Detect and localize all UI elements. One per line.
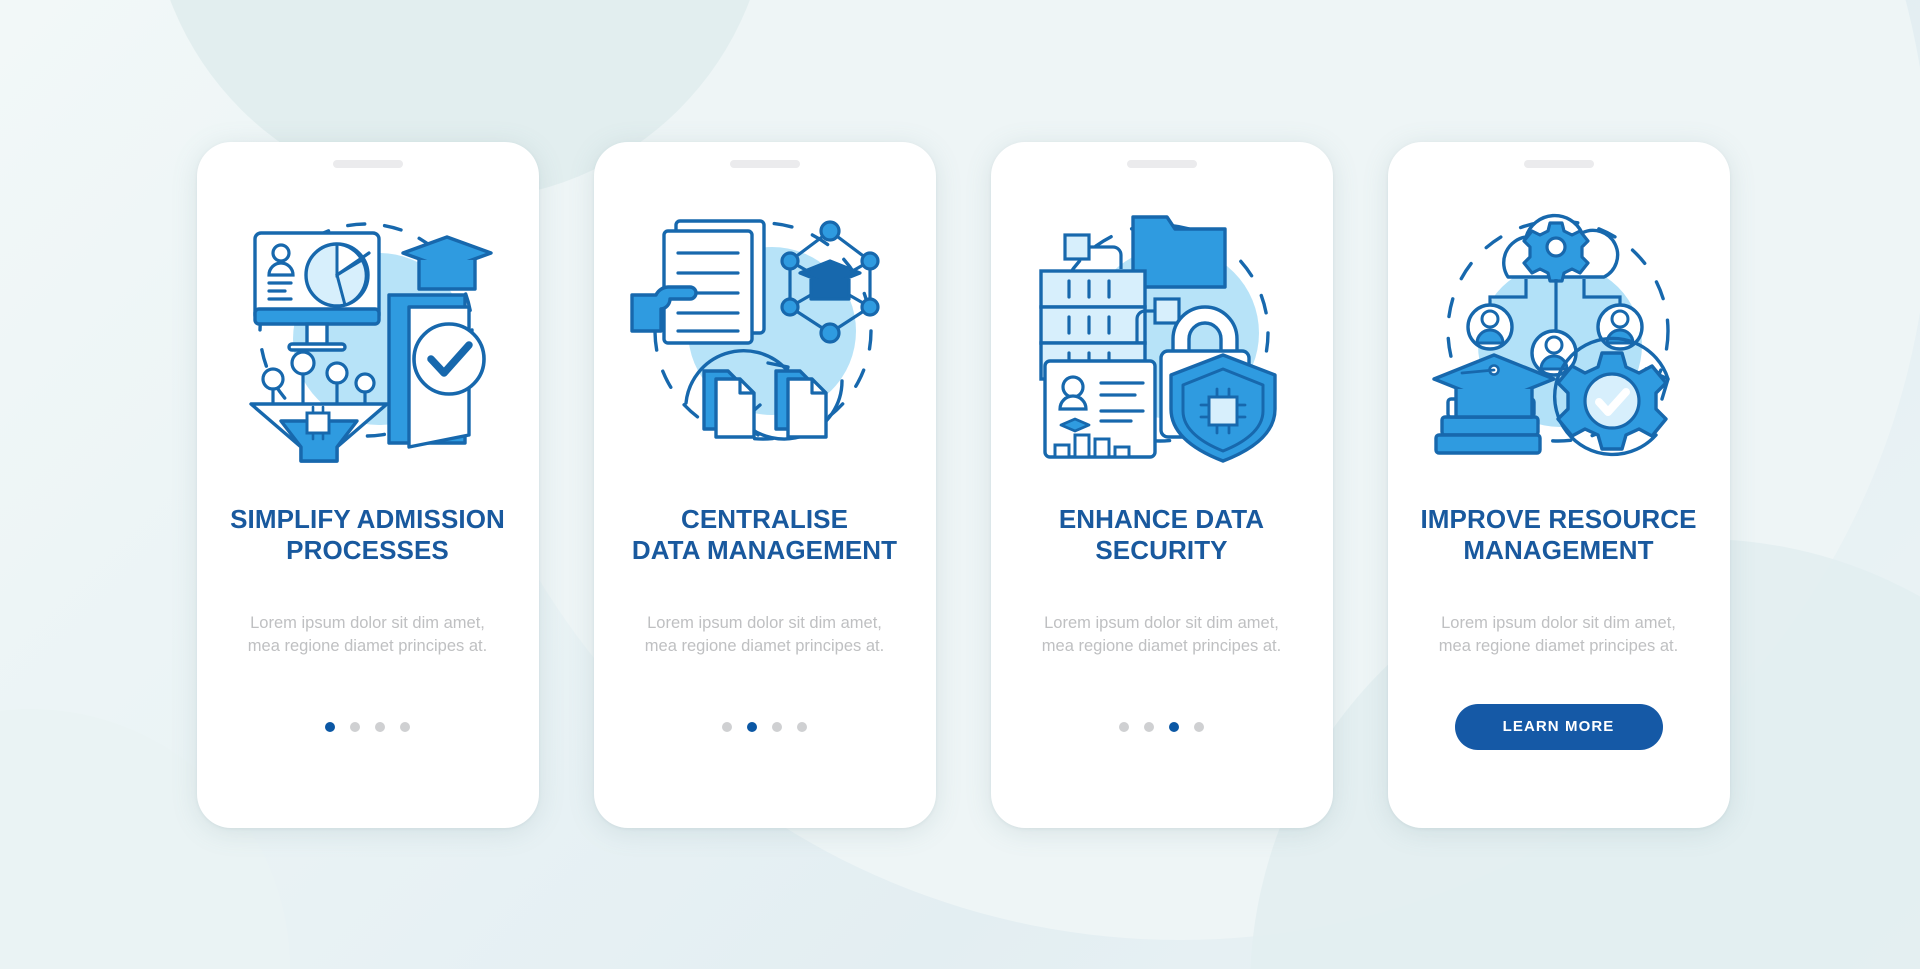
illustration-centralised-documents-network: [594, 168, 936, 498]
data-security-server-lock-icon: [1038, 214, 1277, 463]
onboarding-screen-improve-resource-management: IMPROVE RESOURCE MANAGEMENT Lorem ipsum …: [1387, 141, 1730, 828]
pagination-dot-4[interactable]: [797, 721, 807, 732]
screen-description: Lorem ipsum dolor sit dim amet, mea regi…: [1041, 613, 1282, 655]
onboarding-screen-simplify-admission-processes: SIMPLIFY ADMISSION PROCESSES Lorem ipsum…: [196, 141, 539, 828]
screen-title-line-1: CENTRALISE: [680, 503, 849, 534]
illustration-cloud-resource-management: [1388, 168, 1730, 498]
cloud-resource-management-icon: [1431, 213, 1670, 456]
pagination-dot-1[interactable]: [722, 721, 732, 732]
pagination-dots: [197, 721, 539, 732]
screen-title: IMPROVE RESOURCE MANAGEMENT: [1416, 504, 1702, 566]
screen-title-line-2: SECURITY: [1095, 534, 1228, 565]
pagination-dot-4[interactable]: [400, 721, 410, 732]
screen-title-line-2: MANAGEMENT: [1463, 534, 1654, 565]
onboarding-screen-enhance-data-security: ENHANCE DATA SECURITY Lorem ipsum dolor …: [990, 141, 1333, 828]
centralised-documents-network-icon: [629, 218, 880, 441]
screen-description: Lorem ipsum dolor sit dim amet, mea regi…: [247, 613, 488, 655]
pagination-dot-2[interactable]: [1144, 721, 1154, 732]
screen-title: SIMPLIFY ADMISSION PROCESSES: [225, 504, 511, 566]
phone-speaker-bar: [332, 159, 403, 168]
pagination-dot-1[interactable]: [1119, 721, 1129, 732]
phone-speaker-bar: [729, 159, 800, 168]
screen-title: CENTRALISE DATA MANAGEMENT: [622, 504, 908, 566]
pagination-dot-3[interactable]: [1169, 721, 1179, 732]
pagination-dot-1[interactable]: [325, 721, 335, 732]
onboarding-screens-row: SIMPLIFY ADMISSION PROCESSES Lorem ipsum…: [0, 0, 1920, 969]
screen-title-line-2: DATA MANAGEMENT: [631, 534, 898, 565]
pagination-dot-3[interactable]: [772, 721, 782, 732]
screen-title-line-1: SIMPLIFY ADMISSION: [230, 503, 505, 534]
screen-title-line-2: PROCESSES: [286, 534, 449, 565]
learn-more-button[interactable]: LEARN MORE: [1454, 703, 1663, 750]
screen-description: Lorem ipsum dolor sit dim amet, mea regi…: [644, 613, 885, 655]
pagination-dot-3[interactable]: [375, 721, 385, 732]
phone-speaker-bar: [1523, 159, 1594, 168]
pagination-dots: [991, 721, 1333, 732]
onboarding-screen-centralise-data-management: CENTRALISE DATA MANAGEMENT Lorem ipsum d…: [593, 141, 936, 828]
admission-analytics-funnel-icon: [248, 221, 493, 463]
screen-title-line-1: IMPROVE RESOURCE: [1420, 503, 1697, 534]
screen-description: Lorem ipsum dolor sit dim amet, mea regi…: [1438, 613, 1679, 655]
screen-title-line-1: ENHANCE DATA: [1058, 503, 1265, 534]
screen-title: ENHANCE DATA SECURITY: [1019, 504, 1305, 566]
pagination-dot-2[interactable]: [350, 721, 360, 732]
pagination-dot-2[interactable]: [747, 721, 757, 732]
pagination-dot-4[interactable]: [1194, 721, 1204, 732]
pagination-dots: [594, 721, 936, 732]
illustration-data-security-server-lock: [991, 168, 1333, 498]
phone-speaker-bar: [1126, 159, 1197, 168]
illustration-admission-analytics-funnel: [197, 168, 539, 498]
